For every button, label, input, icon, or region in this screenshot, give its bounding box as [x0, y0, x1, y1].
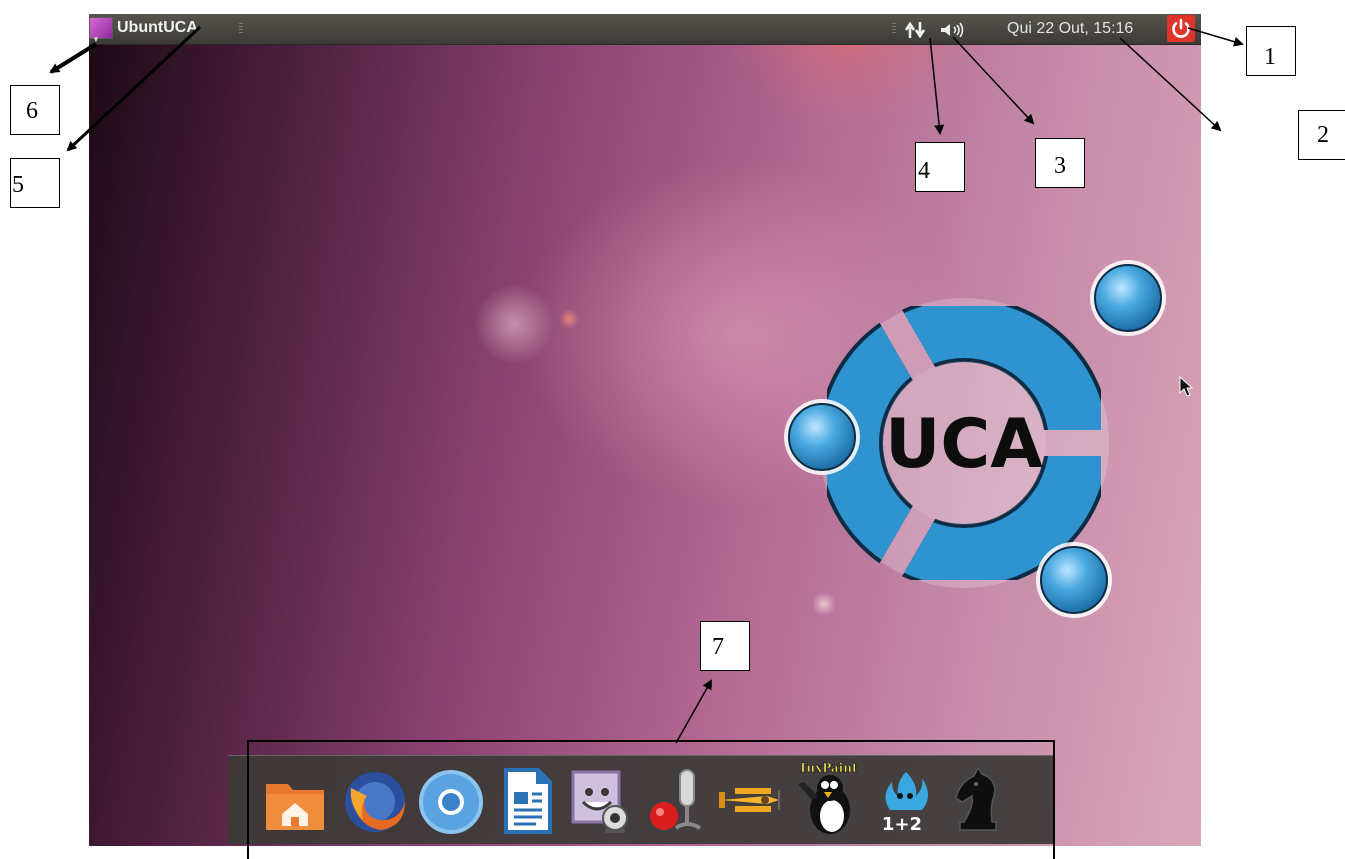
- callout-box-7: [700, 621, 750, 671]
- callout-label-2: 2: [1317, 122, 1329, 148]
- callout-label-1: 1: [1264, 44, 1276, 70]
- callout-label-7: 7: [712, 634, 724, 660]
- callout-label-5: 5: [12, 172, 24, 198]
- power-icon: [1172, 18, 1190, 38]
- volume-icon[interactable]: [939, 21, 967, 39]
- callout-label-4: 4: [918, 158, 930, 184]
- top-panel: ▼ UbuntUCA Qui 22 Out, 15:16: [89, 14, 1201, 45]
- mouse-cursor-icon: [1179, 376, 1194, 397]
- ubuntuca-logo: UCA: [784, 260, 1166, 618]
- network-arrows-icon[interactable]: [904, 21, 928, 39]
- callout-label-3: 3: [1054, 153, 1066, 179]
- callout-label-6: 6: [26, 98, 38, 124]
- logo-text: UCA: [885, 405, 1043, 484]
- dock-callout-frame: [247, 740, 1055, 859]
- panel-grip-icon: [239, 23, 243, 35]
- power-button[interactable]: [1167, 15, 1195, 42]
- panel-grip-icon: [892, 23, 896, 35]
- app-title[interactable]: UbuntUCA: [117, 19, 198, 37]
- clock[interactable]: Qui 22 Out, 15:16: [1007, 20, 1133, 38]
- menu-dropdown-arrow-icon[interactable]: ▼: [92, 36, 100, 44]
